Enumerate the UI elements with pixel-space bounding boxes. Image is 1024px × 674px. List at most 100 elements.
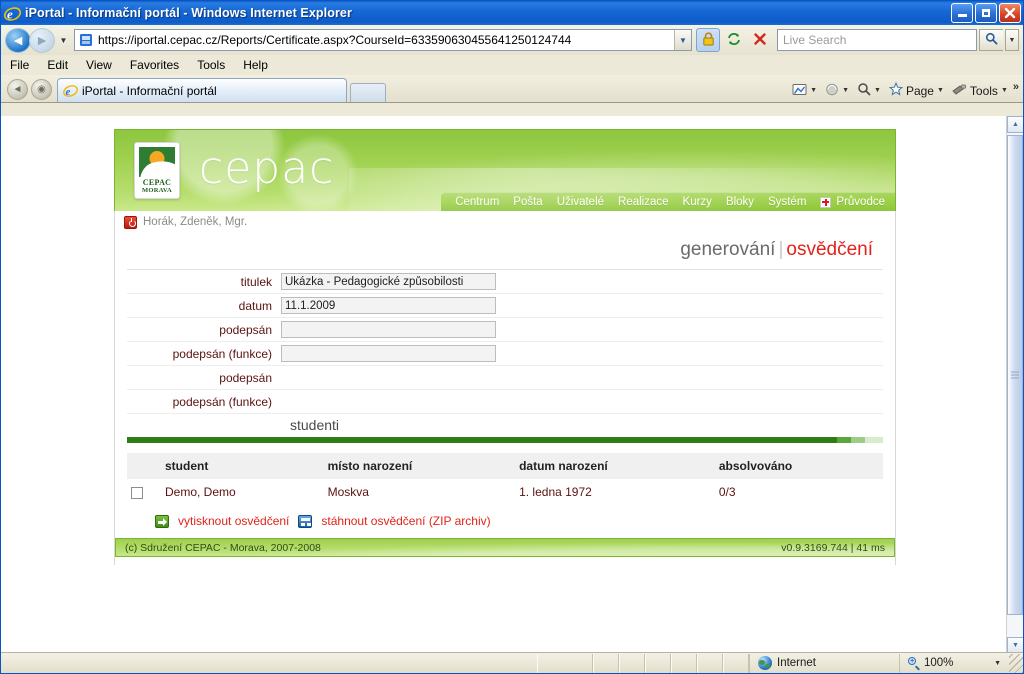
minimize-button[interactable]	[951, 3, 973, 23]
chevron-down-icon: ▼	[1012, 642, 1019, 649]
nav-item-posta[interactable]: Pošta	[513, 196, 542, 208]
chevron-down-icon: ▼	[842, 87, 850, 94]
security-zone-label: Internet	[777, 657, 816, 669]
quick-tabs-button[interactable]: ◉	[31, 79, 52, 100]
menu-item-file[interactable]: File	[8, 57, 31, 73]
page-menu-button[interactable]: Page ▼	[886, 81, 947, 100]
browser-window: e iPortal - Informační portál - Windows …	[0, 0, 1024, 674]
form-row-datum: datum	[127, 294, 883, 318]
address-dropdown-button[interactable]: ▼	[674, 30, 691, 50]
status-cell-2	[593, 653, 619, 673]
column-header-completed: absolvováno	[714, 453, 883, 480]
nav-item-bloky[interactable]: Bloky	[726, 196, 754, 208]
globe-icon	[758, 656, 772, 670]
page-body: generování|osvědčení titulek datum	[114, 233, 896, 565]
divider-main-segment	[127, 437, 837, 443]
back-arrow-icon: ◄	[11, 32, 25, 48]
footer-copyright: (c) Sdružení CEPAC - Morava, 2007-2008	[125, 541, 321, 554]
forward-arrow-icon: ►	[35, 32, 49, 48]
nav-item-pruvodce[interactable]: Průvodce	[820, 196, 885, 208]
menu-item-help[interactable]: Help	[241, 57, 270, 73]
chevron-down-icon: ▼	[679, 35, 687, 45]
column-header-birthdate: datum narození	[515, 453, 715, 480]
chevron-down-icon: ▼	[874, 87, 881, 94]
menu-item-view[interactable]: View	[84, 57, 114, 73]
tools-menu-label: Tools	[969, 83, 998, 98]
stop-button[interactable]	[748, 28, 772, 52]
page-scrollbar-vertical[interactable]: ▲ ▼	[1006, 116, 1023, 654]
scroll-up-button[interactable]: ▲	[1007, 116, 1023, 133]
input-podepsan-1[interactable]	[281, 321, 496, 338]
close-button[interactable]	[999, 3, 1021, 23]
maximize-button[interactable]	[975, 3, 997, 23]
search-options-button[interactable]: ▼	[1005, 29, 1019, 51]
stop-icon	[753, 32, 767, 49]
refresh-button[interactable]	[722, 28, 746, 52]
resize-grip[interactable]	[1009, 653, 1023, 673]
label-titulek: titulek	[240, 274, 272, 289]
print-certificate-link[interactable]: vytisknout osvědčení	[178, 514, 289, 528]
feeds-button[interactable]: ▼	[789, 82, 820, 100]
search-icon	[985, 32, 998, 48]
download-certificate-zip-link[interactable]: stáhnout osvědčení (ZIP archiv)	[321, 514, 490, 528]
back-button[interactable]: ◄	[5, 27, 31, 53]
feeds-icon	[792, 83, 807, 99]
tab-list-back-button[interactable]: ◄	[7, 79, 28, 100]
command-overflow-button[interactable]: »	[1013, 81, 1019, 93]
tools-icon	[952, 83, 967, 99]
chevron-down-icon: ▼	[810, 87, 818, 94]
security-lock-button[interactable]	[696, 28, 720, 52]
menu-item-favorites[interactable]: Favorites	[128, 57, 181, 73]
page-viewport: CEPAC MORAVA cepac Centrum Pošta Uživate…	[1, 116, 1023, 654]
print-icon[interactable]	[155, 514, 169, 528]
refresh-icon	[727, 32, 741, 49]
scrollbar-track[interactable]	[1007, 133, 1023, 637]
form-row-podepsan-funkce-2: podepsán (funkce)	[127, 390, 883, 414]
zoom-control[interactable]: + 100% ▼	[899, 653, 1009, 673]
current-user-name: Horák, Zdeněk, Mgr.	[143, 216, 248, 228]
title-bar: e iPortal - Informační portál - Windows …	[1, 1, 1023, 25]
status-cell-6	[697, 653, 723, 673]
cell-birthplace: Moskva	[327, 485, 369, 499]
menu-bar: File Edit View Favorites Tools Help	[1, 55, 1023, 75]
nav-item-uzivatele[interactable]: Uživatelé	[557, 196, 604, 208]
history-dropdown-button[interactable]: ▼	[57, 28, 70, 52]
security-zone-indicator[interactable]: Internet	[749, 653, 899, 673]
search-input[interactable]: Live Search	[777, 29, 977, 51]
nav-item-system[interactable]: Systém	[768, 196, 806, 208]
window-controls	[951, 3, 1021, 23]
tools-menu-button[interactable]: Tools ▼	[949, 82, 1011, 100]
nav-item-pruvodce-label: Průvodce	[836, 196, 885, 208]
input-titulek[interactable]	[281, 273, 496, 290]
power-icon[interactable]	[124, 215, 137, 229]
tab-iportal[interactable]: e iPortal - Informační portál	[57, 78, 347, 102]
print-button[interactable]: ▼	[822, 82, 852, 100]
red-plus-icon	[820, 196, 832, 208]
chevron-down-icon: ▼	[59, 35, 68, 45]
svg-text:e: e	[66, 86, 71, 98]
nav-item-kurzy[interactable]: Kurzy	[683, 196, 712, 208]
new-tab-button[interactable]	[350, 83, 386, 102]
label-podepsan-funkce-2: podepsán (funkce)	[172, 394, 272, 409]
input-datum[interactable]	[281, 297, 496, 314]
search-go-button[interactable]	[979, 29, 1003, 51]
zip-icon[interactable]	[298, 514, 313, 528]
nav-item-realizace[interactable]: Realizace	[618, 196, 669, 208]
nav-item-centrum[interactable]: Centrum	[455, 196, 499, 208]
status-cell-4	[645, 653, 671, 673]
address-input-container[interactable]: https://iportal.cepac.cz/Reports/Certifi…	[74, 29, 692, 51]
menu-item-tools[interactable]: Tools	[195, 57, 227, 73]
input-podepsan-funkce-1[interactable]	[281, 345, 496, 362]
search-command-button[interactable]: ▼	[854, 81, 884, 100]
address-url-text[interactable]: https://iportal.cepac.cz/Reports/Certifi…	[98, 33, 674, 47]
scrollbar-thumb[interactable]	[1007, 135, 1023, 615]
page-title-primary: generování	[680, 239, 776, 260]
certificate-actions: vytisknout osvědčení stáhnout osvědčení …	[127, 514, 883, 528]
web-page: CEPAC MORAVA cepac Centrum Pošta Uživate…	[1, 116, 1008, 654]
menu-item-edit[interactable]: Edit	[45, 57, 70, 73]
row-checkbox[interactable]	[131, 486, 143, 499]
search-placeholder-text: Live Search	[783, 33, 847, 47]
status-cell-5	[671, 653, 697, 673]
forward-button[interactable]: ►	[29, 27, 55, 53]
divider-segment-1	[837, 437, 851, 443]
